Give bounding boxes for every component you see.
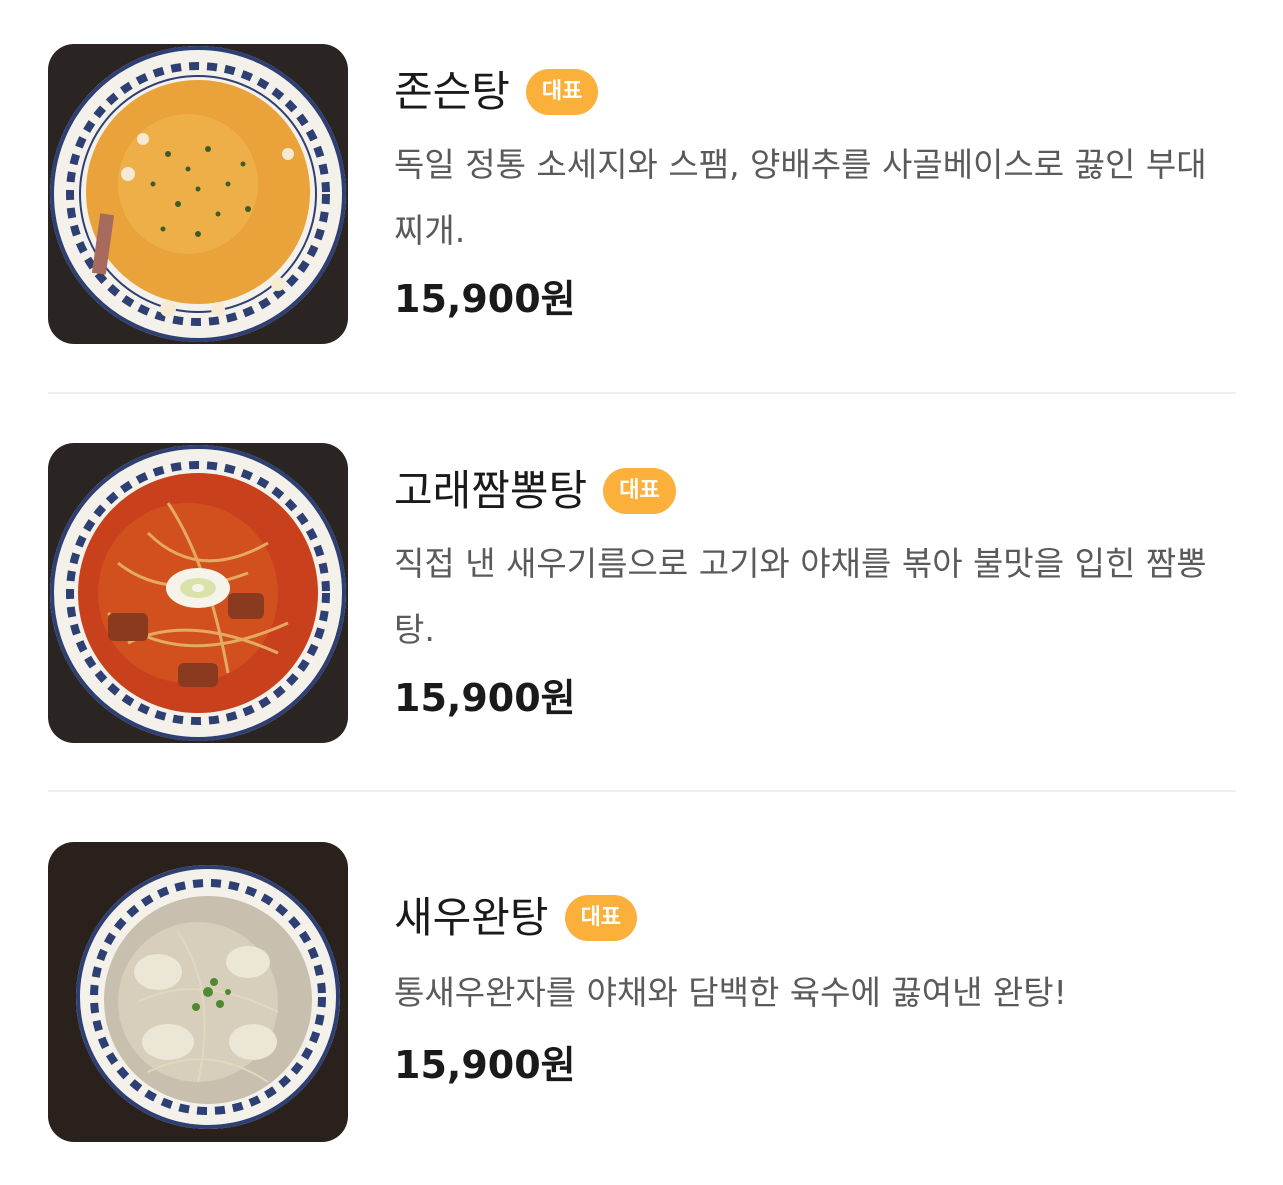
wonton-bowl-image[interactable]: [48, 842, 348, 1142]
menu-item[interactable]: 고래짬뽕탕 대표 직접 낸 새우기름으로 고기와 야채를 볶아 불맛을 입힌 짬…: [48, 443, 1236, 743]
menu-item-name: 고래짬뽕탕: [394, 466, 588, 515]
menu-list: 존슨탕 대표 독일 정통 소세지와 스팸, 양배추를 사골베이스로 끓인 부대찌…: [0, 0, 1283, 1185]
signature-badge: 대표: [603, 468, 676, 514]
menu-item-info: 고래짬뽕탕 대표 직접 낸 새우기름으로 고기와 야채를 볶아 불맛을 입힌 짬…: [394, 443, 1236, 743]
menu-item-info: 존슨탕 대표 독일 정통 소세지와 스팸, 양배추를 사골베이스로 끓인 부대찌…: [394, 44, 1236, 344]
menu-item-info: 새우완탕 대표 통새우완자를 야채와 담백한 육수에 끓여낸 완탕! 15,90…: [394, 842, 1236, 1142]
menu-item-price: 15,900원: [394, 277, 576, 321]
menu-item[interactable]: 새우완탕 대표 통새우완자를 야채와 담백한 육수에 끓여낸 완탕! 15,90…: [48, 842, 1236, 1142]
stew-bowl-image[interactable]: [48, 44, 348, 344]
menu-item-description: 독일 정통 소세지와 스팸, 양배추를 사골베이스로 끓인 부대찌개.: [394, 145, 1207, 250]
divider: [48, 392, 1236, 394]
menu-item-price: 15,900원: [394, 1043, 576, 1087]
menu-item-description: 통새우완자를 야채와 담백한 육수에 끓여낸 완탕!: [394, 973, 1067, 1012]
title-row: 새우완탕 대표: [394, 890, 638, 946]
signature-badge: 대표: [564, 895, 638, 941]
menu-item-description: 직접 낸 새우기름으로 고기와 야채를 볶아 불맛을 입힌 짬뽕탕.: [394, 544, 1207, 649]
menu-item[interactable]: 존슨탕 대표 독일 정통 소세지와 스팸, 양배추를 사골베이스로 끓인 부대찌…: [48, 44, 1236, 344]
jjamppong-bowl-image[interactable]: [48, 443, 348, 743]
menu-item-price: 15,900원: [394, 676, 576, 720]
menu-item-name: 존슨탕: [394, 67, 510, 116]
signature-badge: 대표: [525, 69, 599, 115]
title-row: 고래짬뽕탕 대표: [394, 463, 676, 519]
title-row: 존슨탕 대표: [394, 64, 599, 120]
menu-item-name: 새우완탕: [394, 893, 549, 942]
divider: [48, 790, 1236, 792]
